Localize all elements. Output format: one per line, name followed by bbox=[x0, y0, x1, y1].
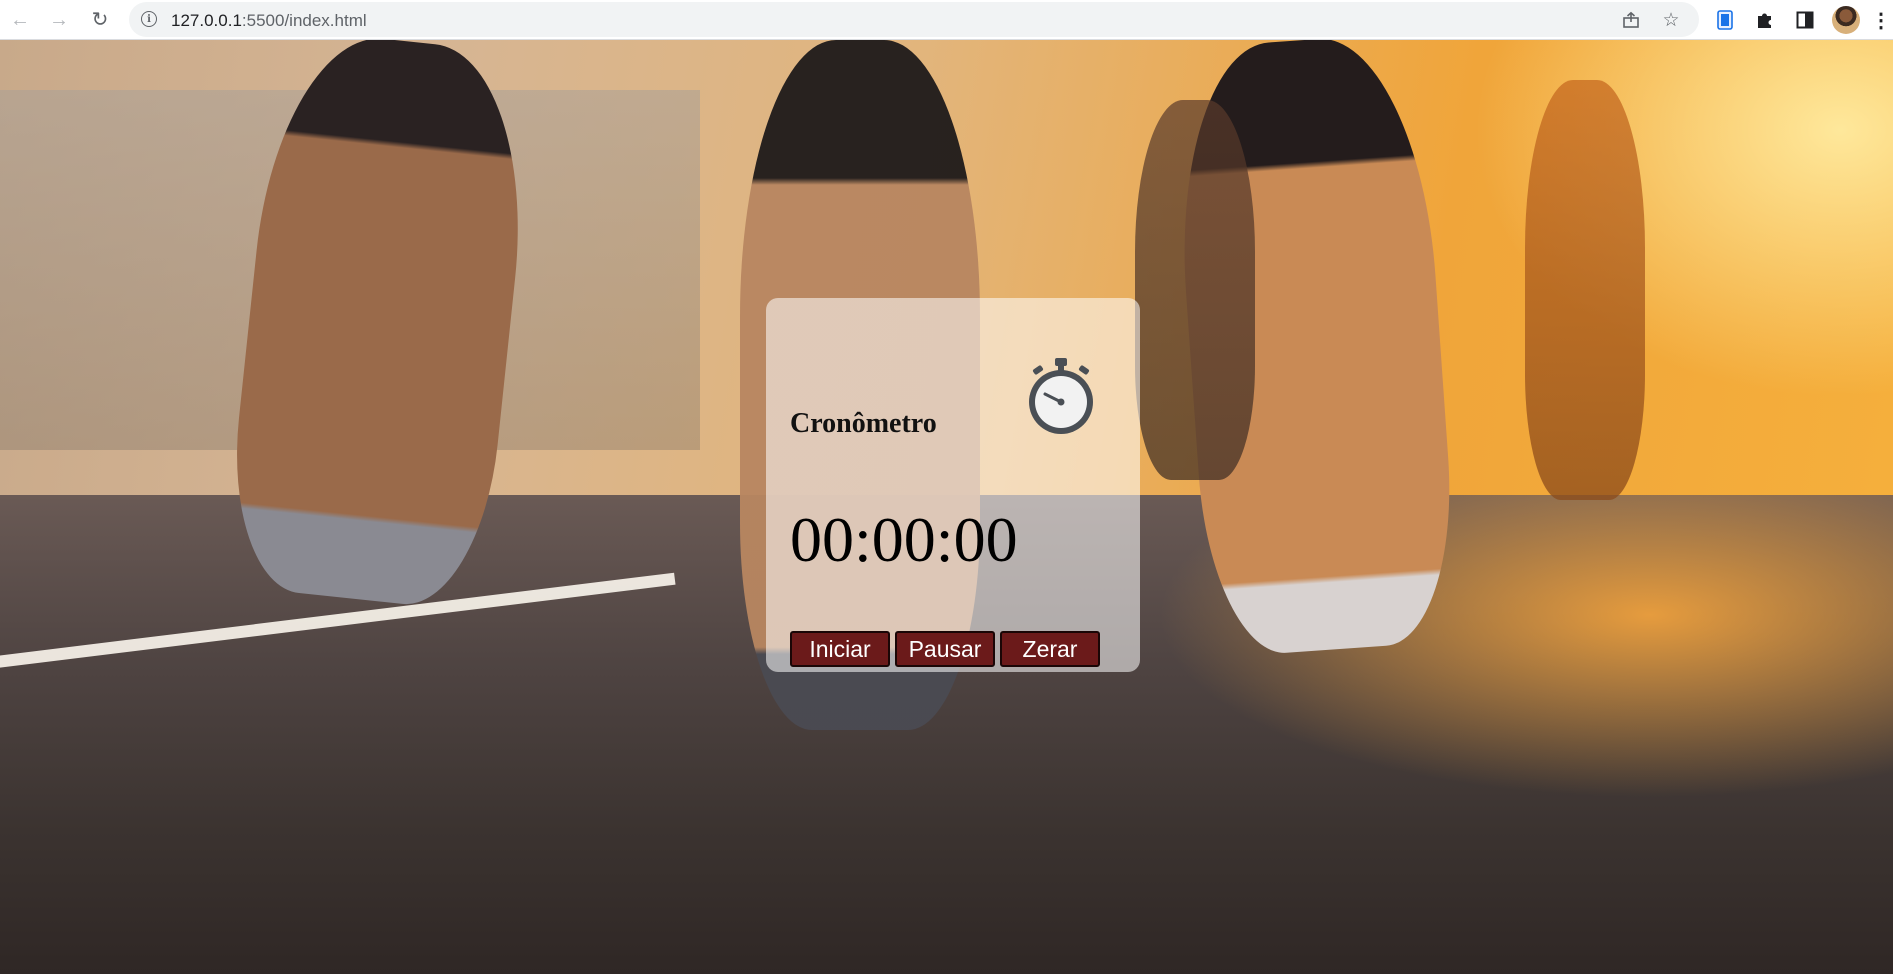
side-panel-icon[interactable] bbox=[1792, 7, 1818, 33]
star-icon[interactable]: ☆ bbox=[1659, 8, 1683, 32]
reset-button[interactable]: Zerar bbox=[1000, 631, 1100, 667]
info-icon[interactable]: i bbox=[141, 11, 157, 27]
page-background: Cronômetro 00:00:00 Iniciar Pausar Zerar bbox=[0, 40, 1893, 974]
controls: Iniciar Pausar Zerar bbox=[790, 631, 1100, 667]
browser-toolbar: ← → ↻ i 127.0.0.1:5500/index.html ☆ ⋮ bbox=[0, 0, 1893, 40]
forward-arrow-icon[interactable]: → bbox=[45, 6, 73, 34]
back-arrow-icon[interactable]: ← bbox=[6, 6, 34, 34]
start-button[interactable]: Iniciar bbox=[790, 631, 890, 667]
share-icon[interactable] bbox=[1619, 8, 1643, 32]
extension-icon[interactable] bbox=[1712, 7, 1738, 33]
address-bar[interactable]: i 127.0.0.1:5500/index.html ☆ bbox=[129, 2, 1699, 37]
pause-button[interactable]: Pausar bbox=[895, 631, 995, 667]
time-display: 00:00:00 bbox=[790, 504, 1018, 575]
puzzle-icon[interactable] bbox=[1752, 7, 1778, 33]
stopwatch-card: Cronômetro 00:00:00 Iniciar Pausar Zerar bbox=[766, 298, 1140, 672]
url-text[interactable]: 127.0.0.1:5500/index.html bbox=[171, 11, 367, 31]
runner-far bbox=[1525, 80, 1645, 500]
runner-mid bbox=[1135, 100, 1255, 480]
stopwatch-icon bbox=[1025, 356, 1097, 436]
reload-icon[interactable]: ↻ bbox=[86, 6, 114, 34]
page-title: Cronômetro bbox=[790, 408, 937, 439]
url-path: :5500/index.html bbox=[241, 11, 367, 30]
url-host: 127.0.0.1 bbox=[171, 11, 242, 30]
profile-avatar[interactable] bbox=[1832, 6, 1860, 34]
menu-dots-icon[interactable]: ⋮ bbox=[1871, 6, 1891, 34]
